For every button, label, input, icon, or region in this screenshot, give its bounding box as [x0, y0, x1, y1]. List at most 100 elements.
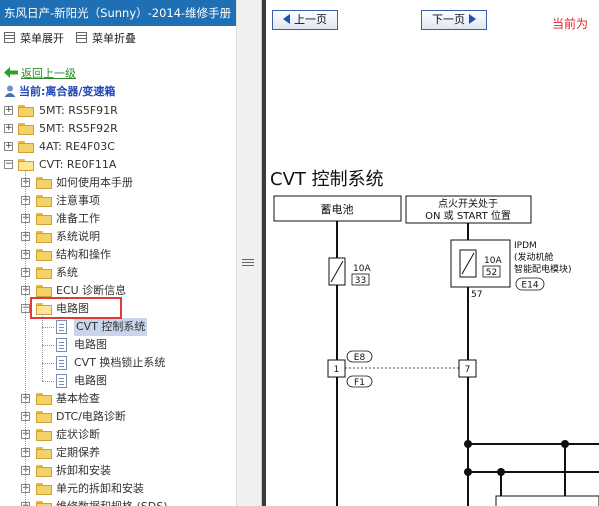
back-link-label[interactable]: 返回上一级	[21, 67, 76, 80]
menu-expand-label: 菜单展开	[20, 32, 64, 45]
wire-57-label: 57	[471, 290, 482, 300]
prev-page-button[interactable]: 上一页	[272, 10, 338, 30]
tree-item-label: 症状诊断	[56, 428, 100, 441]
tree-guide-line	[42, 345, 54, 346]
folder-icon	[36, 213, 52, 225]
fuse-52-amp: 10A	[484, 256, 502, 266]
document-icon	[56, 320, 67, 334]
tree-item-label: DTC/电路诊断	[56, 410, 126, 423]
tree-item-label: 电路图	[74, 338, 107, 351]
ignition-label-line1: 点火开关处于	[438, 197, 498, 210]
folder-icon	[18, 123, 34, 135]
pin-7: 7	[465, 365, 471, 375]
back-link[interactable]: 返回上一级	[4, 67, 76, 81]
fuse-52-number: 52	[486, 268, 497, 278]
tree-item-label: 电路图	[74, 374, 107, 387]
tree-item-section[interactable]: + 系统说明	[0, 228, 236, 246]
ignition-label-line2: ON 或 START 位置	[425, 209, 511, 222]
tree-item-label: 准备工作	[56, 212, 100, 225]
folder-icon	[36, 195, 52, 207]
pane-splitter[interactable]	[236, 0, 262, 506]
collapse-icon[interactable]: −	[4, 160, 13, 169]
back-arrow-icon	[4, 67, 18, 78]
current-section-label: 当前:离合器/变速箱	[19, 85, 116, 98]
menu-list-icon	[76, 32, 87, 43]
lower-component-box	[495, 495, 599, 506]
tree-item-page[interactable]: CVT 控制系统	[0, 318, 236, 336]
tree-item-section[interactable]: +维修数据和规格 (SDS)	[0, 498, 236, 506]
tree-item-transmission[interactable]: +5MT: RS5F91R	[0, 102, 236, 120]
tree-item-section[interactable]: + 结构和操作	[0, 246, 236, 264]
left-nav-pane: 东风日产-新阳光（Sunny）-2014-维修手册 菜单展开 菜单折叠 返回上一…	[0, 0, 237, 506]
menu-expand-button[interactable]: 菜单展开	[4, 31, 64, 47]
folder-icon	[36, 447, 52, 459]
tree-item-label: 系统	[56, 266, 78, 279]
tree-item-section[interactable]: + 拆卸和安装	[0, 462, 236, 480]
folder-icon	[18, 141, 34, 153]
current-page-indicator: 当前为	[552, 17, 589, 31]
folder-icon	[36, 501, 52, 506]
tree-item-label: 注意事项	[56, 194, 100, 207]
document-page: 上一页 下一页 当前为 CVT 控制系统 蓄电池 点火开关处于 ON 或 STA…	[266, 0, 599, 506]
menu-list-icon	[4, 32, 15, 43]
tree-item-section[interactable]: + 系统	[0, 264, 236, 282]
tree-item-label: 单元的拆卸和安装	[56, 482, 144, 495]
junction-2	[561, 440, 569, 448]
tree-item-page[interactable]: CVT 换档锁止系统	[0, 354, 236, 372]
user-icon	[4, 85, 16, 97]
tree-guide-line	[25, 170, 26, 506]
fuse-33-number: 33	[355, 276, 366, 286]
ipdm-desc-line2: 智能配电模块)	[514, 263, 572, 275]
tree-item-label: 拆卸和安装	[56, 464, 111, 477]
tree-item-section[interactable]: + 单元的拆卸和安装	[0, 480, 236, 498]
folder-icon	[36, 429, 52, 441]
tree-item-page[interactable]: 电路图	[0, 336, 236, 354]
folder-icon	[36, 267, 52, 279]
menu-collapse-button[interactable]: 菜单折叠	[76, 31, 136, 47]
tree-item-section[interactable]: + 注意事项	[0, 192, 236, 210]
window-title: 东风日产-新阳光（Sunny）-2014-维修手册	[0, 0, 236, 26]
page-navigation: 上一页 下一页 当前为	[266, 0, 599, 38]
tree-item-section[interactable]: + 症状诊断	[0, 426, 236, 444]
document-icon	[56, 338, 67, 352]
expand-icon[interactable]: +	[4, 124, 13, 133]
next-page-label: 下一页	[432, 13, 465, 26]
expand-icon[interactable]: +	[4, 142, 13, 151]
tree-item-page[interactable]: 电路图	[0, 372, 236, 390]
tree-guide-line	[42, 363, 54, 364]
folder-icon	[36, 393, 52, 405]
junction-1	[464, 440, 472, 448]
tree-item-label: 结构和操作	[56, 248, 111, 261]
splitter-grip-icon[interactable]	[242, 259, 254, 268]
tree-item-label: 5MT: RS5F92R	[39, 122, 118, 135]
tree-item-section[interactable]: + DTC/电路诊断	[0, 408, 236, 426]
folder-icon	[36, 483, 52, 495]
folder-open-icon	[18, 159, 34, 171]
tree-guide-line	[42, 381, 54, 382]
tree-item-cvt[interactable]: − CVT: RE0F11A	[0, 156, 236, 174]
tree-item-label: 5MT: RS5F91R	[39, 104, 118, 117]
folder-icon	[36, 177, 52, 189]
next-page-button[interactable]: 下一页	[421, 10, 487, 30]
tree-item-transmission[interactable]: +4AT: RE4F03C	[0, 138, 236, 156]
connector-e14: E14	[521, 281, 538, 291]
tree-item-section[interactable]: + 基本检查	[0, 390, 236, 408]
fuse-33-amp: 10A	[353, 264, 371, 274]
tree-item-label: 定期保养	[56, 446, 100, 459]
connector-e8: E8	[354, 353, 366, 363]
folder-icon	[18, 105, 34, 117]
tree-item-section[interactable]: + 定期保养	[0, 444, 236, 462]
menu-collapse-label: 菜单折叠	[92, 32, 136, 45]
tree-item-section[interactable]: + 如何使用本手册	[0, 174, 236, 192]
expand-icon[interactable]: +	[4, 106, 13, 115]
content-pane: 上一页 下一页 当前为 CVT 控制系统 蓄电池 点火开关处于 ON 或 STA…	[262, 0, 599, 506]
folder-icon	[36, 231, 52, 243]
tree-item-label: 如何使用本手册	[56, 176, 133, 189]
tree-item-section[interactable]: + 准备工作	[0, 210, 236, 228]
folder-icon	[36, 249, 52, 261]
tree-item-transmission[interactable]: +5MT: RS5F92R	[0, 120, 236, 138]
tree-item-label: 系统说明	[56, 230, 100, 243]
ipdm-desc-line1: (发动机舱	[514, 251, 554, 263]
diagram-title: CVT 控制系统	[270, 169, 384, 190]
left-arrow-icon	[283, 14, 290, 24]
